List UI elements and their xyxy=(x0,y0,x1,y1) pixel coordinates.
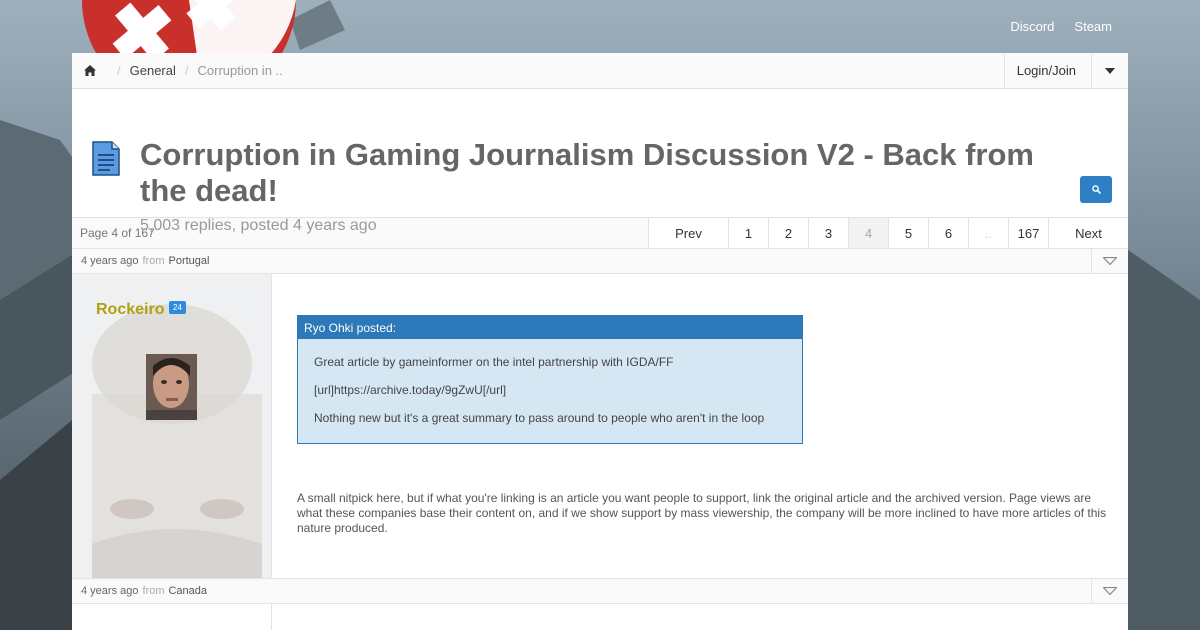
page-ellipsis: .. xyxy=(968,218,1008,248)
post-country: Portugal xyxy=(168,255,210,267)
collapse-triangle-icon[interactable] xyxy=(1091,249,1128,273)
username[interactable]: Rockeiro xyxy=(96,301,164,319)
discord-link[interactable]: Discord xyxy=(1010,19,1054,34)
post xyxy=(72,604,1128,630)
quote-line: Nothing new but it's a great summary to … xyxy=(314,411,765,425)
page-button[interactable]: 167 xyxy=(1008,218,1048,248)
post-from-label: from xyxy=(142,255,165,267)
post-body: A small nitpick here, but if what you're… xyxy=(297,491,1107,535)
page-button-current: 4 xyxy=(848,218,888,248)
main-panel: / General / Corruption in .. Login/Join … xyxy=(72,53,1128,630)
breadcrumb-separator: / xyxy=(184,63,189,78)
prev-button[interactable]: Prev xyxy=(648,218,728,248)
post-from-label: from xyxy=(142,585,165,597)
search-button[interactable] xyxy=(1080,176,1112,203)
document-icon xyxy=(92,141,120,181)
avatar[interactable] xyxy=(146,354,197,420)
top-nav: Discord Steam xyxy=(1010,19,1112,34)
post-time: 4 years ago xyxy=(81,255,139,267)
next-button[interactable]: Next xyxy=(1048,218,1128,248)
breadcrumb: / General / Corruption in .. Login/Join xyxy=(72,53,1128,89)
page-button[interactable]: 5 xyxy=(888,218,928,248)
login-join-button[interactable]: Login/Join xyxy=(1003,53,1092,88)
user-sidebar xyxy=(72,604,272,630)
collapse-triangle-icon[interactable] xyxy=(1091,579,1128,603)
caret-down-icon[interactable] xyxy=(1091,53,1128,88)
post-country: Canada xyxy=(168,585,208,597)
page-button[interactable]: 6 xyxy=(928,218,968,248)
thread-header: Corruption in Gaming Journalism Discussi… xyxy=(72,89,1128,234)
thread-title: Corruption in Gaming Journalism Discussi… xyxy=(140,137,1034,208)
post-header: 4 years ago from Portugal xyxy=(72,249,1128,274)
post-time: 4 years ago xyxy=(81,585,139,597)
thread-subtitle: 5,003 replies, posted 4 years ago xyxy=(140,217,377,234)
user-badge: 24 xyxy=(169,301,186,314)
home-icon[interactable] xyxy=(72,65,108,76)
user-sidebar: Rockeiro 24 xyxy=(72,274,272,578)
breadcrumb-separator: / xyxy=(117,63,121,78)
post-header: 4 years ago from Canada xyxy=(72,579,1128,604)
post: Rockeiro 24 Ryo Ohki posted: Great artic… xyxy=(72,274,1128,579)
quote-line: Great article by gameinformer on the int… xyxy=(314,355,674,369)
user-background-art xyxy=(92,304,262,578)
quote-header: Ryo Ohki posted: xyxy=(298,316,802,339)
page-button[interactable]: 1 xyxy=(728,218,768,248)
search-icon xyxy=(1091,185,1101,194)
page-button[interactable]: 2 xyxy=(768,218,808,248)
page-button[interactable]: 3 xyxy=(808,218,848,248)
breadcrumb-current[interactable]: Corruption in .. xyxy=(198,63,283,78)
quote-line: [url]https://archive.today/9gZwU[/url] xyxy=(314,383,507,397)
steam-link[interactable]: Steam xyxy=(1074,19,1112,34)
breadcrumb-general[interactable]: General xyxy=(130,63,176,78)
quote-block: Ryo Ohki posted: Great article by gamein… xyxy=(297,315,803,444)
